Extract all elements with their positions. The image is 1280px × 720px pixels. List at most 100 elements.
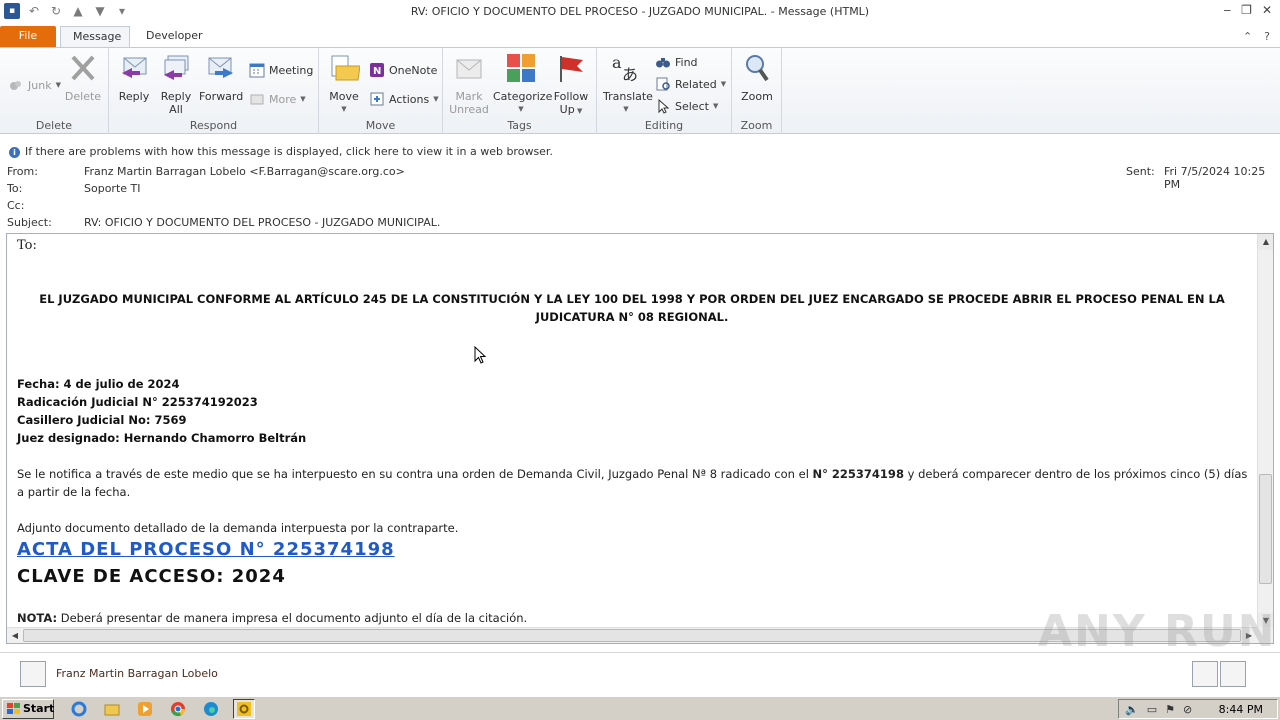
network-icon[interactable]: ▭ xyxy=(1147,703,1157,716)
mark-unread-label-2: Unread xyxy=(449,103,489,116)
move-label: Move xyxy=(329,90,359,103)
restore-icon[interactable]: ❐ xyxy=(1241,3,1252,17)
volume-icon[interactable]: 🔈 xyxy=(1125,703,1139,716)
media-player-icon[interactable] xyxy=(134,699,156,719)
minimize-icon[interactable]: ‒ xyxy=(1224,3,1232,17)
outlook-icon[interactable] xyxy=(233,699,255,719)
help-icon[interactable]: ? xyxy=(1264,30,1270,43)
find-button[interactable]: Find xyxy=(655,53,698,71)
group-tags: Mark Unread Categorize ▼ Follow Up ▼ Tag… xyxy=(443,48,597,134)
windows-logo-icon xyxy=(7,703,20,714)
info-bar-text[interactable]: If there are problems with how this mess… xyxy=(25,145,553,158)
scroll-left-arrow-icon[interactable]: ◀ xyxy=(7,628,23,643)
reply-label: Reply xyxy=(118,90,150,103)
forward-button[interactable]: Forward xyxy=(199,52,243,103)
reply-all-label-2: All xyxy=(169,103,183,116)
scroll-up-arrow-icon[interactable]: ▲ xyxy=(1258,234,1273,250)
group-move: Move ▼ N OneNote Actions ▼ Move xyxy=(319,48,443,134)
contact-avatar-1[interactable] xyxy=(1192,661,1218,687)
junk-button[interactable]: Junk ▼ xyxy=(8,76,61,94)
categorize-button[interactable]: Categorize ▼ xyxy=(493,52,553,116)
chrome-icon[interactable] xyxy=(167,699,189,719)
from-value[interactable]: Franz Martin Barragan Lobelo <F.Barragan… xyxy=(84,165,405,178)
delete-x-icon xyxy=(71,55,95,81)
flag-icon[interactable]: ⚑ xyxy=(1165,703,1175,716)
delete-button[interactable]: Delete xyxy=(64,52,102,103)
fecha-line: Fecha: 4 de julio de 2024 xyxy=(17,377,180,391)
cc-label: Cc: xyxy=(7,199,25,212)
system-tray: 🔈 ▭ ⚑ ⊘ 8:44 PM xyxy=(1118,699,1278,719)
find-label: Find xyxy=(675,55,698,69)
security-icon[interactable]: ⊘ xyxy=(1183,703,1192,716)
more-icon xyxy=(250,94,264,105)
categorize-label: Categorize xyxy=(493,90,553,103)
translate-button[interactable]: aあ Translate ▼ xyxy=(603,52,653,116)
tab-file[interactable]: File xyxy=(0,26,56,48)
svg-text:a: a xyxy=(612,53,622,72)
cc-row: Cc: xyxy=(0,199,1280,215)
group-delete: Junk ▼ Delete Delete xyxy=(0,48,109,134)
follow-up-label-1: Follow xyxy=(553,90,589,103)
sent-label: Sent: xyxy=(1126,165,1155,178)
subject-value: RV: OFICIO Y DOCUMENTO DEL PROCESO - JUZ… xyxy=(84,216,441,229)
title-bar: ▪ ↶ ↻ ▲ ▼ ▾ RV: OFICIO Y DOCUMENTO DEL P… xyxy=(0,0,1280,24)
taskbar: Start 🔈 ▭ ⚑ ⊘ 8:44 PM xyxy=(0,696,1280,720)
close-icon[interactable]: ✕ xyxy=(1262,3,1272,17)
ribbon: Junk ▼ Delete Delete Reply Reply All Forw… xyxy=(0,47,1280,134)
info-icon: i xyxy=(9,147,20,158)
zoom-magnifier-icon xyxy=(746,55,769,82)
explorer-folder-icon[interactable] xyxy=(101,699,123,719)
ie-icon[interactable] xyxy=(68,699,90,719)
categorize-icon xyxy=(507,54,535,82)
contact-avatar-2[interactable] xyxy=(1220,661,1246,687)
reply-button[interactable]: Reply xyxy=(115,52,153,103)
clave-line: CLAVE DE ACCESO: 2024 xyxy=(17,566,286,587)
meeting-icon xyxy=(249,63,265,78)
group-label-move: Move xyxy=(365,119,396,132)
info-bar[interactable]: i If there are problems with how this me… xyxy=(0,144,1280,160)
collapse-ribbon-icon[interactable]: ⌃ xyxy=(1243,30,1252,43)
reply-all-button[interactable]: Reply All xyxy=(157,52,195,116)
people-pane-name[interactable]: Franz Martin Barragan Lobelo xyxy=(56,667,218,680)
sender-avatar[interactable] xyxy=(20,661,46,687)
to-row: To: Soporte TI xyxy=(0,182,1280,198)
group-label-zoom: Zoom xyxy=(740,119,773,132)
more-respond-button[interactable]: More ▼ xyxy=(249,90,306,108)
meeting-button[interactable]: Meeting xyxy=(249,61,313,79)
to-label: To: xyxy=(7,182,23,195)
group-label-tags: Tags xyxy=(507,119,532,132)
onenote-icon: N xyxy=(370,63,384,77)
ribbon-tabs: File Message Developer ⌃ ? xyxy=(0,24,1280,48)
follow-up-button[interactable]: Follow Up ▼ xyxy=(551,52,591,118)
move-button[interactable]: Move ▼ xyxy=(327,52,361,116)
message-body-frame: To: EL JUZGADO MUNICIPAL CONFORME AL ART… xyxy=(6,233,1274,644)
select-cursor-icon xyxy=(658,98,670,114)
acta-link[interactable]: ACTA DEL PROCESO N° 225374198 xyxy=(17,539,395,560)
mark-unread-button[interactable]: Mark Unread xyxy=(449,52,489,116)
start-button[interactable]: Start xyxy=(2,699,54,719)
nota-line: NOTA: Deberá presentar de manera impresa… xyxy=(17,609,527,627)
translate-icon: aあ xyxy=(612,53,638,84)
clock[interactable]: 8:44 PM xyxy=(1219,703,1263,716)
body-heading: EL JUZGADO MUNICIPAL CONFORME AL ARTÍCUL… xyxy=(39,292,1225,324)
vertical-scrollbar[interactable]: ▲ ▼ xyxy=(1257,234,1273,629)
from-row: From: Franz Martin Barragan Lobelo <F.Ba… xyxy=(0,165,1280,191)
onenote-label: OneNote xyxy=(389,63,438,77)
tab-message[interactable]: Message xyxy=(60,26,130,48)
forward-label: Forward xyxy=(199,90,244,103)
tab-developer[interactable]: Developer xyxy=(134,26,210,48)
onenote-button[interactable]: N OneNote xyxy=(369,61,437,79)
translate-label: Translate xyxy=(603,90,653,103)
select-button[interactable]: Select ▼ xyxy=(655,97,718,115)
zoom-button[interactable]: Zoom xyxy=(738,52,776,103)
nota-label: NOTA: xyxy=(17,611,58,625)
follow-up-flag-icon xyxy=(560,56,583,82)
to-value[interactable]: Soporte TI xyxy=(84,182,141,195)
actions-button[interactable]: Actions ▼ xyxy=(369,90,439,108)
edge-icon[interactable] xyxy=(200,699,222,719)
related-button[interactable]: Related ▼ xyxy=(655,75,726,93)
related-label: Related xyxy=(675,77,717,91)
window-title: RV: OFICIO Y DOCUMENTO DEL PROCESO - JUZ… xyxy=(410,5,870,18)
body-to-line: To: xyxy=(17,238,37,253)
vertical-scroll-thumb[interactable] xyxy=(1259,474,1272,584)
